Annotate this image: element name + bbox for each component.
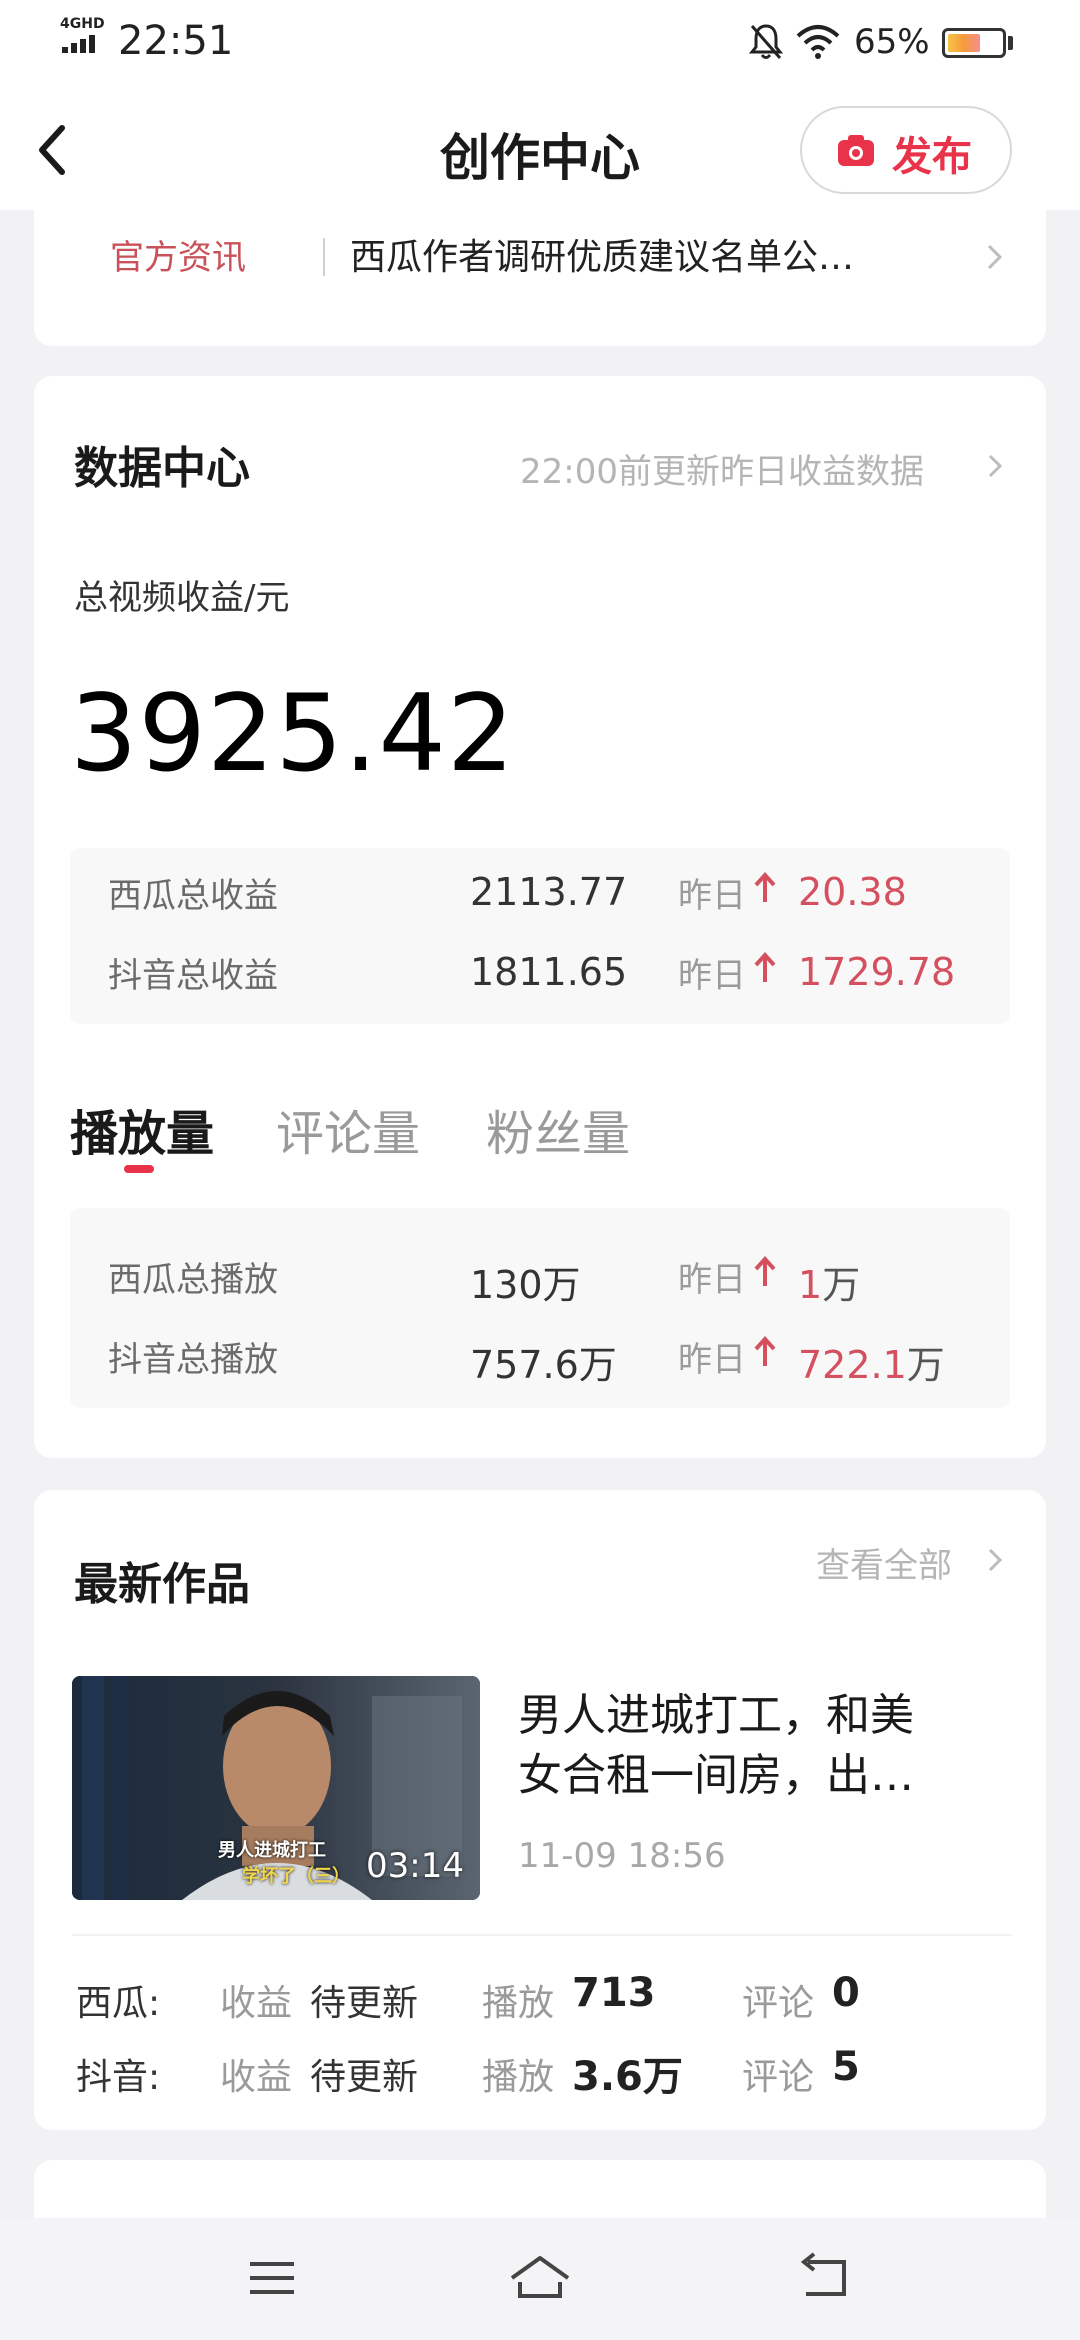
tab-followers[interactable]: 粉丝量 [486, 1094, 630, 1164]
stat-value: 2113.77 [470, 870, 628, 914]
latest-works-title: 最新作品 [74, 1559, 250, 1610]
yesterday-label: 昨日 [678, 876, 746, 916]
comment-label: 评论 [742, 2057, 815, 2098]
status-bar: 4GHD 22:51 65% [0, 0, 1080, 90]
video-thumbnail[interactable]: 男人进城打工 学坏了（三） 03:14 [72, 1676, 480, 1900]
play-label: 播放 [482, 2057, 555, 2098]
stat-name: 西瓜总播放 [108, 1260, 278, 1300]
battery-tip [1008, 36, 1013, 50]
news-banner[interactable]: 官方资讯 西瓜作者调研优质建议名单公… [34, 206, 1046, 346]
system-nav-bar [0, 2218, 1080, 2340]
up-arrow-icon [754, 952, 776, 982]
yesterday-label: 昨日 [678, 1340, 746, 1380]
publish-label: 发布 [892, 134, 972, 180]
stat-value: 130万 [470, 1263, 581, 1307]
plays-row-douyin: 抖音总播放 757.6万 昨日 722.1万 [70, 1326, 1010, 1389]
play-value: 3.6万 [572, 2054, 683, 2100]
plays-breakdown: 西瓜总播放 130万 昨日 1万 抖音总播放 757.6万 昨日 722.1万 [70, 1208, 1010, 1408]
stat-name: 西瓜总收益 [108, 876, 278, 916]
income-value: 待更新 [310, 1983, 419, 2024]
camera-icon [838, 135, 874, 166]
income-row-xigua: 西瓜总收益 2113.77 昨日 20.38 [70, 862, 1010, 922]
comment-value: 5 [832, 2044, 860, 2090]
chevron-right-icon [987, 244, 1003, 270]
delta-value: 1 [798, 1263, 823, 1307]
comment-label: 评论 [742, 1983, 815, 2024]
network-type: 4GHD [60, 16, 105, 32]
news-tag: 官方资讯 [110, 238, 246, 278]
yesterday-label: 昨日 [678, 956, 746, 996]
mute-bell-icon [748, 24, 784, 59]
thumbnail-caption-2: 学坏了（三） [242, 1866, 350, 1887]
work-title-line-1: 男人进城打工，和美 [518, 1690, 914, 1741]
divider [323, 238, 325, 276]
metrics-row-douyin: 抖音: 收益 待更新 播放 3.6万 评论 5 [76, 2044, 1016, 2108]
income-value: 待更新 [310, 2057, 419, 2098]
home-icon[interactable] [506, 2250, 574, 2306]
metrics-row-xigua: 西瓜: 收益 待更新 播放 713 评论 0 [76, 1970, 1016, 2034]
update-note-link[interactable]: 22:00前更新昨日收益数据 [520, 444, 924, 493]
metric-tabs: 播放量 评论量 粉丝量 [70, 1094, 870, 1174]
delta-value: 722.1 [798, 1343, 907, 1387]
up-arrow-icon [754, 1336, 776, 1366]
menu-icon[interactable] [242, 2250, 302, 2306]
tab-plays[interactable]: 播放量 [70, 1094, 214, 1164]
plays-row-xigua: 西瓜总播放 130万 昨日 1万 [70, 1246, 1010, 1309]
delta-value: 1729.78 [798, 950, 956, 994]
stat-delta: 1729.78 [798, 950, 955, 994]
stat-name: 抖音总播放 [108, 1340, 278, 1380]
divider [72, 1934, 1012, 1936]
income-row-douyin: 抖音总收益 1811.65 昨日 1729.78 [70, 942, 1010, 1002]
video-duration: 03:14 [366, 1846, 464, 1886]
data-center-title: 数据中心 [74, 443, 250, 494]
play-value: 713 [572, 1970, 656, 2016]
chevron-right-icon [988, 454, 1003, 478]
delta-unit: 万 [906, 1343, 945, 1387]
view-all-link[interactable]: 查看全部 [816, 1538, 952, 1587]
news-headline[interactable]: 西瓜作者调研优质建议名单公… [350, 228, 910, 280]
work-title-line-2: 女合租一间房，出… [518, 1750, 914, 1801]
platform-label: 抖音: [76, 2057, 161, 2098]
play-label: 播放 [482, 1983, 555, 2024]
delta-unit: 万 [822, 1263, 861, 1307]
yesterday-label: 昨日 [678, 1260, 746, 1300]
income-total: 3925.42 [70, 672, 516, 795]
wifi-icon [796, 25, 840, 59]
income-label: 收益 [220, 2057, 293, 2098]
delta-value: 20.38 [798, 870, 907, 914]
thumbnail-caption: 男人进城打工 [218, 1840, 326, 1861]
stat-delta: 20.38 [798, 870, 907, 914]
stat-delta: 722.1万 [798, 1334, 945, 1389]
stat-value: 1811.65 [470, 950, 628, 994]
signal-icon [62, 34, 98, 53]
up-arrow-icon [754, 872, 776, 902]
chevron-right-icon [988, 1548, 1003, 1572]
work-date: 11-09 18:56 [518, 1836, 726, 1876]
stat-value: 757.6万 [470, 1343, 617, 1387]
battery-icon [942, 28, 1006, 58]
up-arrow-icon [754, 1256, 776, 1286]
work-title[interactable]: 男人进城打工，和美 女合租一间房，出… [518, 1686, 978, 1806]
clock: 22:51 [118, 18, 234, 64]
tab-indicator [124, 1165, 154, 1173]
income-label: 总视频收益/元 [74, 578, 290, 618]
stat-delta: 1万 [798, 1254, 860, 1309]
platform-label: 西瓜: [76, 1983, 161, 2024]
publish-button[interactable]: 发布 [800, 106, 1012, 194]
back-nav-icon[interactable] [794, 2250, 854, 2306]
income-breakdown: 西瓜总收益 2113.77 昨日 20.38 抖音总收益 1811.65 昨日 … [70, 848, 1010, 1024]
income-label: 收益 [220, 1983, 293, 2024]
stat-name: 抖音总收益 [108, 956, 278, 996]
battery-percent: 65% [854, 22, 930, 62]
nav-bar: 创作中心 发布 [0, 90, 1080, 210]
comment-value: 0 [832, 1970, 860, 2016]
tab-comments[interactable]: 评论量 [276, 1094, 420, 1164]
